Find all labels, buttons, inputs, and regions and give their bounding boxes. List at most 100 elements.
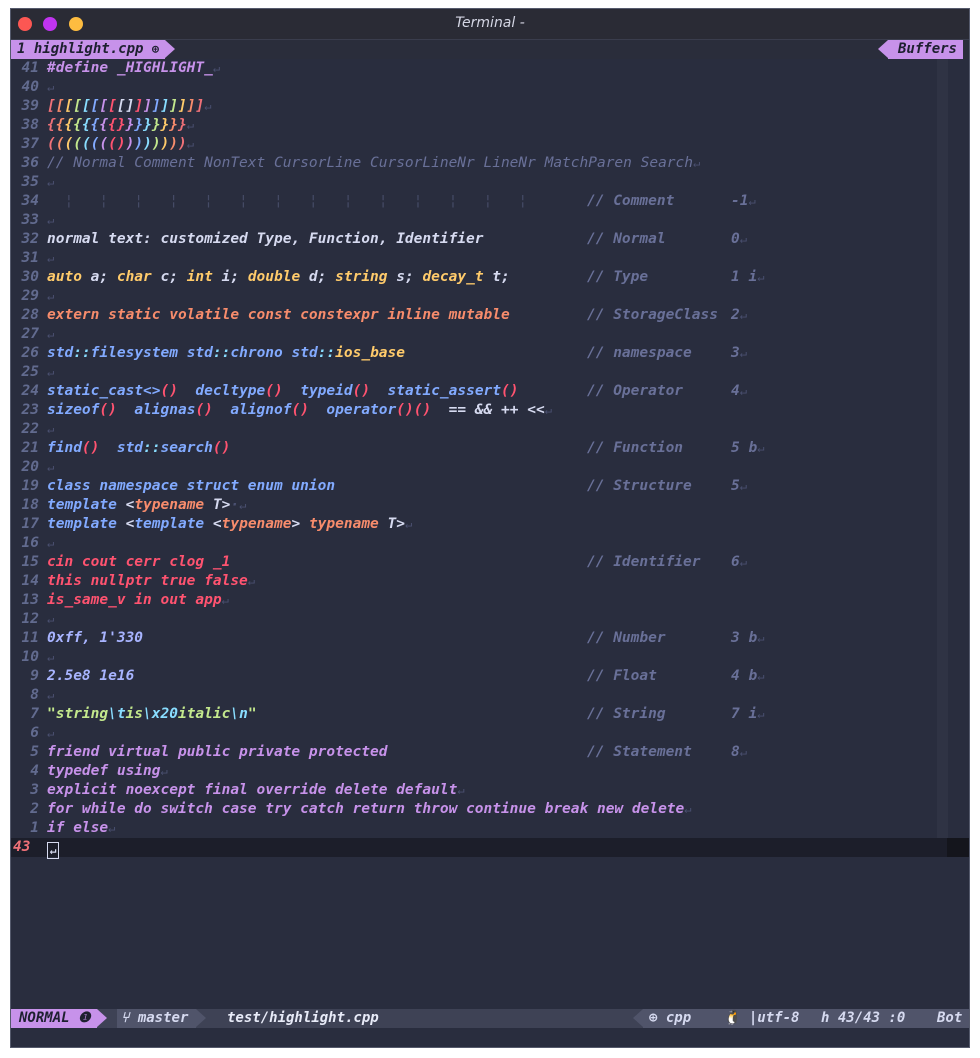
syntax-token: 2.5e8 1e16 [47,668,135,684]
syntax-token: cin cout cerr clog _1 [47,554,231,570]
code-text: ↵ [47,420,54,439]
syntax-token: operator [308,402,397,418]
mode-badge-icon: ❶ [78,1010,91,1026]
code-line: 23 sizeof() alignas() alignof() operator(… [11,401,969,420]
syntax-token: ] [134,98,144,114]
syntax-token: extern static volatile const constexpr i… [47,307,510,323]
eol-marker: ↵ [47,650,55,664]
code-line: 5 friend virtual public private protected… [11,743,969,762]
code-line: 20 ↵ [11,458,969,477]
syntax-token: } [143,117,152,133]
eol-marker: ↵ [108,821,116,835]
syntax-token: typedef using [47,763,161,779]
command-line[interactable] [11,1028,969,1047]
syntax-token: this nullptr true false [47,573,248,589]
cursor-position: ℎ 43/43 :0 [821,1010,906,1026]
syntax-token: { [81,117,91,133]
file-path: test/highlight.cpp [227,1010,379,1026]
syntax-token: ios_base [335,345,405,361]
syntax-token: () [108,136,126,152]
comment-value: 1 i↵ [731,269,765,285]
syntax-token: [ [73,98,82,114]
syntax-token: ] [151,98,161,114]
syntax-token: alignas [116,402,196,418]
cursor-line[interactable]: 43 ↵ [11,838,969,859]
code-text: static_cast<>() decltype() typeid() stat… [47,382,518,401]
syntax-token: ) [160,136,170,152]
syntax-token: template [47,497,117,513]
trailing-comment: // Function [587,440,684,456]
syntax-token: chrono [230,345,292,361]
syntax-token: { [99,117,109,133]
code-line: 1 if else↵ [11,819,969,838]
code-line: 29 ↵ [11,287,969,306]
code-line: 31 ↵ [11,249,969,268]
syntax-token: s; [387,269,423,285]
syntax-token: \x20 [143,706,178,722]
code-line: 15 cin cout cerr clog _1 // Identifier 6↵ [11,553,969,572]
syntax-token: #define _HIGHLIGHT_ [47,60,213,76]
line-number: 31 [21,250,39,266]
line-number: 3 [30,782,39,798]
code-line: 2 for while do switch case try catch retu… [11,800,969,819]
code-text: for while do switch case try catch retur… [47,800,692,819]
syntax-token: std [291,345,318,361]
syntax-token: ) [151,136,161,152]
code-text: "string\tis\x20italic\n" [47,705,257,724]
eol-marker: ↵ [457,783,465,797]
code-line: 13 is_same_v in out app↵ [11,591,969,610]
tab-label: 1 highlight.cpp [17,41,144,57]
syntax-token: () [81,440,100,456]
trailing-comment: // Normal [587,231,666,247]
eol-marker: ↵ [544,403,552,417]
eol-marker: ↵ [47,175,55,189]
syntax-token: ) [143,136,152,152]
eol-marker: ↵ [47,460,55,474]
syntax-token: ] [160,98,170,114]
syntax-token: ()() [396,402,432,418]
line-number: 4 [30,763,39,779]
mode-label: NORMAL [19,1010,70,1026]
comment-value: 4 b↵ [731,668,765,684]
code-line: 34 ¦ ¦ ¦ ¦ ¦ ¦ ¦ ¦ ¦ ¦ ¦ ¦ ¦ ¦ // Comment… [11,192,969,211]
syntax-token: search [160,440,213,456]
trailing-comment: // Type [587,269,649,285]
editor-buffer[interactable]: 41 #define _HIGHLIGHT_↵ 40 ↵ 39[[[[[[[[[]]]]… [11,59,969,1009]
trailing-comment: // Comment [587,193,675,209]
line-number: 36 [21,155,39,171]
code-text: [[[[[[[[[]]]]]]]]]↵ [47,97,211,116]
code-text: if else↵ [47,819,115,838]
code-text: ↵ [47,534,54,553]
current-line-number: 43 [13,839,31,855]
code-line: 10 ↵ [11,648,969,667]
syntax-token: class namespace struct enum union [47,478,336,494]
code-text: template <template <typename> typename T… [47,515,412,534]
syntax-token: template [134,516,205,532]
code-text: (((((((())))))))↵ [47,135,194,154]
line-number: 8 [30,687,39,703]
comment-value: 5↵ [731,478,747,494]
syntax-token: typename [308,516,379,532]
syntax-token: < [116,516,135,532]
syntax-token: == && ++ << [431,402,545,418]
line-number: 35 [21,174,39,190]
status-right-segment [633,1009,969,1028]
line-number: 32 [21,231,39,247]
syntax-token: string [335,269,388,285]
syntax-token: T> [378,516,405,532]
code-text: extern static volatile const constexpr i… [47,306,510,325]
syntax-token: d; [300,269,336,285]
code-text: friend virtual public private protected [47,743,387,762]
eol-marker: ↵ [221,593,229,607]
syntax-token: ] [169,98,179,114]
eol-marker: ↵ [47,80,55,94]
syntax-token: [ [81,98,91,114]
syntax-token: ] [178,98,187,114]
syntax-token: std [47,345,74,361]
code-text: ↵ [47,325,54,344]
eol-marker: ↵ [47,612,55,626]
syntax-token: decay_t [422,269,484,285]
scroll-percent: Bot [937,1010,963,1026]
tab-highlight-cpp[interactable]: 1 highlight.cpp ⊕ [11,40,176,59]
syntax-token: "string [47,706,109,722]
